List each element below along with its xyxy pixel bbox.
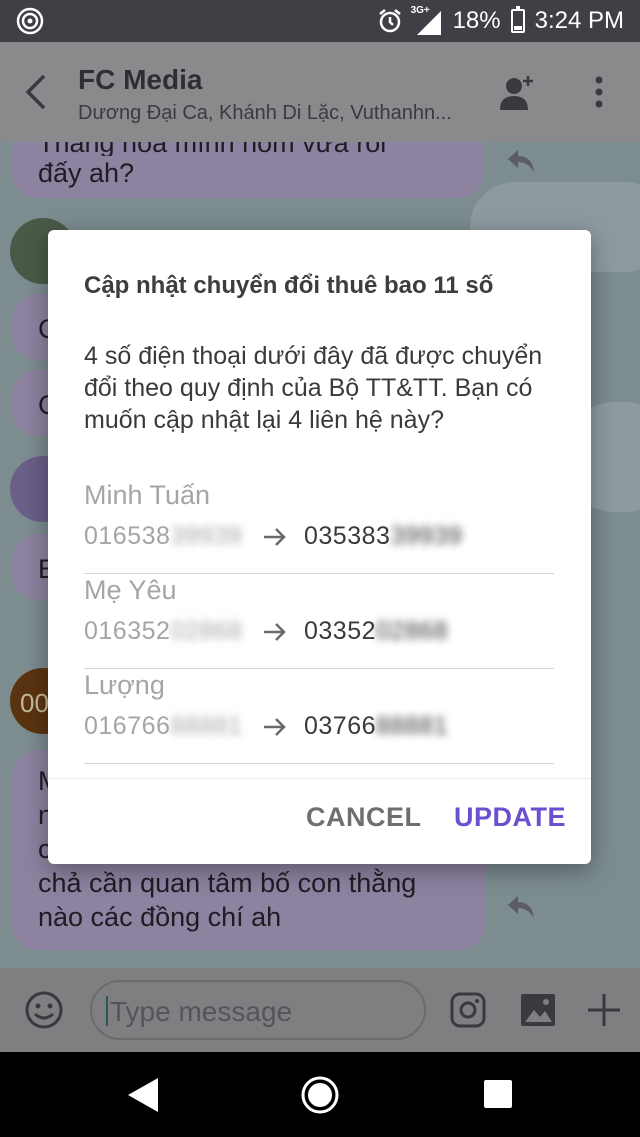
- chat-members[interactable]: Dương Đại Ca, Khánh Di Lặc, Vuthanhn...: [78, 102, 452, 125]
- new-number: 03538339939: [304, 522, 462, 551]
- chat-header: FC Media Dương Đại Ca, Khánh Di Lặc, Vut…: [0, 42, 640, 142]
- contact-name: Minh Tuấn: [84, 480, 211, 510]
- alarm-icon: [378, 9, 401, 33]
- old-number-prefix: 016766: [84, 712, 171, 740]
- signal-icon: 3G+: [411, 5, 443, 35]
- cancel-button[interactable]: CANCEL: [306, 802, 422, 833]
- old-number-prefix: 016352: [84, 617, 171, 645]
- new-number-prefix: 03766: [304, 712, 377, 740]
- back-arrow-icon[interactable]: [22, 72, 52, 112]
- contact-row: Minh Tuấn 01653839939 03538339939: [84, 480, 554, 574]
- old-number: 01653839939: [84, 522, 242, 551]
- forward-icon[interactable]: [506, 894, 536, 920]
- new-number-prefix: 03352: [304, 617, 377, 645]
- plus-icon[interactable]: [584, 990, 624, 1030]
- more-options-icon[interactable]: [584, 72, 614, 112]
- message-text: Thằng hoa mình nom vừa rồi: [38, 142, 484, 156]
- contact-row: Lượng 01676688881 0376688881: [84, 670, 554, 764]
- new-number-hidden: 39939: [390, 522, 463, 550]
- arrow-right-icon: [264, 718, 286, 736]
- clock: 3:24 PM: [534, 7, 624, 34]
- new-number-hidden: 88881: [376, 712, 449, 740]
- text-cursor: [106, 996, 108, 1026]
- message-text: nào các đồng chí ah: [38, 902, 282, 932]
- system-nav-bar: [0, 1052, 640, 1137]
- new-number-prefix: 035383: [304, 522, 391, 550]
- message-bubble[interactable]: Thằng hoa mình nom vừa rồi đấy ah?: [12, 142, 484, 198]
- message-input[interactable]: Type message: [90, 980, 426, 1040]
- message-placeholder: Type message: [110, 996, 293, 1027]
- notification-swirl-icon: [16, 7, 44, 35]
- message-text: đấy ah?: [38, 158, 135, 188]
- old-number-hidden: 02868: [170, 617, 243, 645]
- nav-recents-icon[interactable]: [484, 1080, 512, 1108]
- contact-name: Mẹ Yêu: [84, 575, 177, 605]
- message-text: chả cần quan tâm bố con thằng: [38, 868, 417, 898]
- dialog-divider: [48, 778, 591, 779]
- nav-back-icon[interactable]: [126, 1076, 160, 1114]
- battery-percent: 18%: [452, 7, 501, 34]
- instagram-icon[interactable]: [448, 990, 488, 1030]
- emoji-icon[interactable]: [24, 990, 64, 1030]
- avatar-initials: 00: [20, 688, 49, 718]
- contact-row: Mẹ Yêu 01635202868 0335202868: [84, 575, 554, 669]
- new-number: 0376688881: [304, 712, 448, 741]
- message-composer: Type message: [0, 968, 640, 1052]
- nav-home-icon[interactable]: [300, 1075, 340, 1115]
- new-number-hidden: 02868: [376, 617, 449, 645]
- chat-title[interactable]: FC Media: [78, 64, 202, 96]
- update-button[interactable]: UPDATE: [454, 802, 566, 833]
- update-contacts-dialog: Cập nhật chuyển đổi thuê bao 11 số 4 số …: [48, 230, 591, 864]
- old-number-hidden: 88881: [170, 712, 243, 740]
- arrow-right-icon: [264, 528, 286, 546]
- arrow-right-icon: [264, 623, 286, 641]
- status-bar: 3G+ 18% 3:24 PM: [0, 0, 640, 42]
- dialog-message: 4 số điện thoại dưới đây đã được chuyển …: [84, 342, 543, 434]
- dialog-title: Cập nhật chuyển đổi thuê bao 11 số: [84, 272, 494, 299]
- old-number: 01635202868: [84, 617, 242, 646]
- contact-name: Lượng: [84, 670, 165, 700]
- new-number: 0335202868: [304, 617, 448, 646]
- add-user-icon[interactable]: [498, 72, 538, 112]
- old-number-hidden: 39939: [170, 522, 243, 550]
- old-number-prefix: 016538: [84, 522, 171, 550]
- battery-icon: [510, 6, 525, 33]
- old-number: 01676688881: [84, 712, 242, 741]
- image-icon[interactable]: [518, 990, 558, 1030]
- forward-icon[interactable]: [506, 148, 536, 174]
